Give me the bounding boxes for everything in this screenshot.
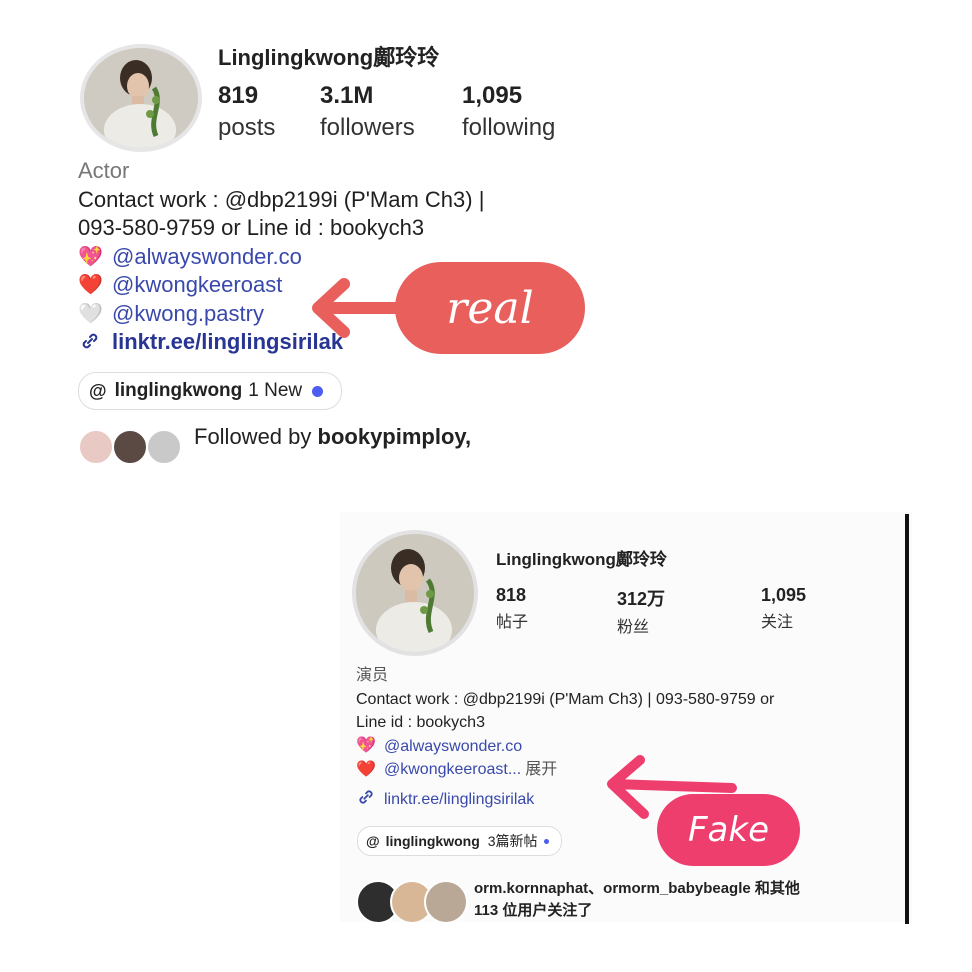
profile-username: Linglingkwong鄺玲玲: [218, 45, 440, 70]
bio-contact-line: Line id : bookych3: [356, 714, 485, 731]
bio-contact-line: Contact work : @dbp2199i (P'Mam Ch3) |: [78, 186, 485, 212]
following-label: following: [462, 114, 556, 141]
profile-username: Linglingkwong鄺玲玲: [496, 550, 667, 569]
real-label-badge: real: [395, 262, 585, 354]
posts-count: 819: [218, 82, 259, 109]
threads-badge[interactable]: @ linglingkwong 1 New: [78, 372, 343, 410]
expand-bio-button[interactable]: 展开: [525, 758, 557, 782]
mention-link[interactable]: @alwayswonder.co: [384, 735, 522, 759]
link-icon: [78, 331, 102, 353]
fake-label-badge: Fake: [657, 794, 800, 866]
link-icon: [356, 788, 376, 810]
followers-count: 3.1M: [320, 82, 374, 109]
threads-icon: @: [366, 833, 380, 849]
avatar: [424, 880, 468, 924]
followed-by-row[interactable]: Followed by bookypimploy,: [78, 424, 598, 464]
avatar-photo: [356, 534, 474, 652]
white-heart-icon: 🤍: [78, 302, 103, 325]
posts-stat[interactable]: 818 帖子: [496, 585, 528, 632]
posts-label: 帖子: [496, 614, 529, 631]
linktree-link[interactable]: linktr.ee/linglingsirilak: [112, 328, 343, 357]
followers-stat[interactable]: 312万 粉丝: [617, 585, 665, 637]
followers-stat[interactable]: 3.1M followers: [320, 82, 415, 142]
followed-by-user: bookypimploy,: [317, 424, 472, 449]
linktree-link[interactable]: linktr.ee/linglingsirilak: [384, 788, 534, 812]
threads-username: linglingkwong: [114, 380, 243, 401]
avatar: [146, 429, 182, 464]
followed-by-line: orm.kornnaphat、ormorm_babybeagle 和其他: [474, 880, 800, 897]
following-label: 关注: [761, 614, 794, 631]
profile-category: 演员: [356, 667, 389, 684]
bio-contact-line: 093-580-9759 or Line id : bookych3: [78, 215, 425, 240]
followers-label: 粉丝: [617, 619, 650, 636]
avatar: [78, 429, 114, 464]
profile-category: Actor: [78, 158, 130, 183]
posts-label: posts: [218, 114, 276, 141]
avatar-photo: [84, 48, 198, 148]
red-heart-icon: ❤️: [356, 760, 376, 778]
following-stat[interactable]: 1,095 following: [462, 82, 555, 142]
threads-new-count: 3篇新帖: [487, 833, 538, 849]
avatar: [112, 429, 148, 464]
mention-link[interactable]: @alwayswonder.co: [112, 243, 302, 272]
sparkling-heart-icon: 💖: [78, 245, 103, 268]
followed-by-row[interactable]: orm.kornnaphat、ormorm_babybeagle 和其他 113…: [356, 878, 896, 924]
new-indicator-dot: [312, 385, 324, 397]
threads-badge[interactable]: @ linglingkwong 3篇新帖: [357, 826, 562, 856]
mutual-avatars: [78, 429, 188, 464]
red-heart-icon: ❤️: [78, 274, 103, 297]
mention-link[interactable]: @kwongkeeroast...: [384, 758, 521, 782]
bio-contact-line: Contact work : @dbp2199i (P'Mam Ch3) | 0…: [356, 690, 775, 708]
followed-by-prefix: Followed by: [194, 424, 318, 449]
followed-by-line: 113 位用户关注了: [474, 902, 593, 919]
following-stat[interactable]: 1,095 关注: [761, 585, 806, 632]
threads-new-count: 1 New: [248, 380, 303, 401]
new-indicator-dot: [543, 838, 549, 844]
profile-avatar[interactable]: [352, 530, 478, 656]
mention-link[interactable]: @kwongkeeroast: [112, 271, 282, 300]
following-count: 1,095: [761, 585, 807, 605]
real-profile-panel: Linglingkwong鄺玲玲 819 posts 3.1M follower…: [0, 0, 972, 470]
profile-avatar[interactable]: [80, 44, 202, 152]
threads-icon: @: [89, 380, 107, 401]
posts-stat[interactable]: 819 posts: [218, 82, 275, 142]
following-count: 1,095: [462, 82, 523, 109]
followed-by-text: Followed by bookypimploy,: [194, 424, 471, 450]
mention-link[interactable]: @kwong.pastry: [112, 300, 264, 329]
followers-label: followers: [320, 114, 415, 141]
posts-count: 818: [496, 585, 527, 605]
panel-edge-divider: [905, 514, 909, 924]
followers-count: 312万: [617, 589, 666, 609]
mutual-avatars: [356, 880, 468, 924]
followed-by-text: orm.kornnaphat、ormorm_babybeagle 和其他 113…: [474, 878, 800, 922]
threads-username: linglingkwong: [385, 833, 480, 849]
sparkling-heart-icon: 💖: [356, 737, 376, 755]
